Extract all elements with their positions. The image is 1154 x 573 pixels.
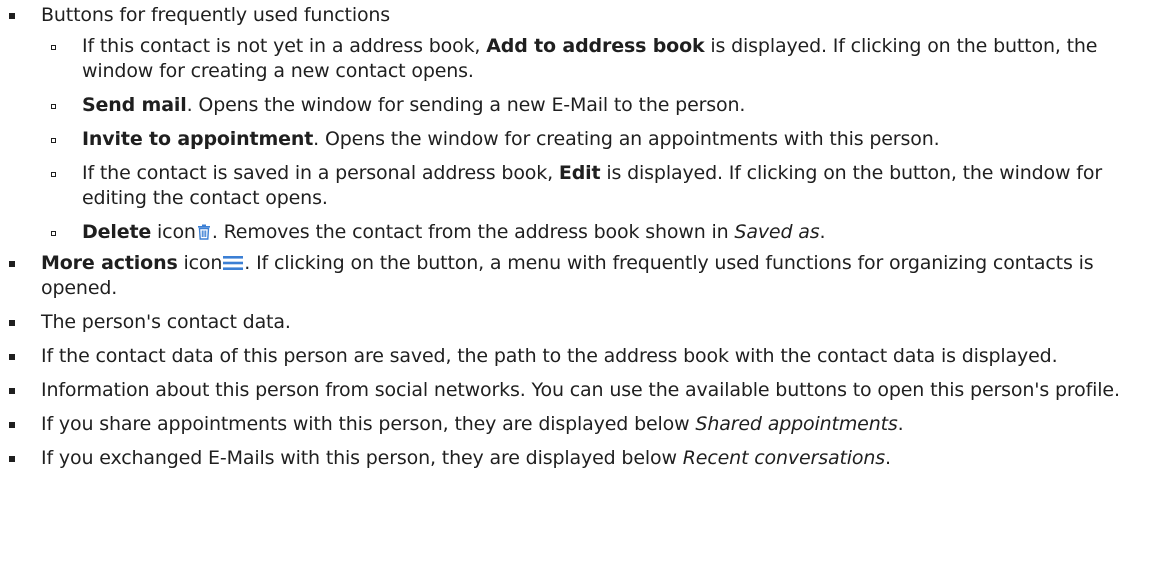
sub-list-item: If the contact is saved in a personal ad… bbox=[41, 161, 1154, 211]
item-text: If you exchanged E-Mails with this perso… bbox=[41, 447, 683, 469]
list-item: Information about this person from socia… bbox=[0, 378, 1154, 403]
list-item: Buttons for frequently used functions If… bbox=[0, 3, 1154, 245]
sub-list-item: Delete icon . Removes the contact from th… bbox=[41, 220, 1154, 245]
item-text: . Opens the window for creating an appoi… bbox=[313, 128, 940, 150]
italic-term: Shared appointments bbox=[695, 413, 898, 435]
trash-icon bbox=[197, 224, 210, 240]
item-text: icon bbox=[151, 221, 196, 243]
sub-list-item: Send mail. Opens the window for sending … bbox=[41, 93, 1154, 118]
sub-list-item: Invite to appointment. Opens the window … bbox=[41, 127, 1154, 152]
item-text: Buttons for frequently used functions bbox=[41, 4, 391, 26]
italic-term: Saved as bbox=[734, 221, 820, 243]
list-item: If you share appointments with this pers… bbox=[0, 412, 1154, 437]
list-item: If you exchanged E-Mails with this perso… bbox=[0, 446, 1154, 471]
bold-term: More actions bbox=[41, 252, 178, 274]
item-text: . bbox=[885, 447, 891, 469]
item-text: . bbox=[897, 413, 904, 435]
bold-term: Invite to appointment bbox=[82, 128, 314, 150]
item-text: icon bbox=[177, 252, 223, 274]
sub-list: If this contact is not yet in a address … bbox=[41, 34, 1154, 245]
bold-term: Add to address book bbox=[486, 35, 705, 57]
list-item: More actions icon. If clicking on the bu… bbox=[0, 251, 1154, 301]
sub-list-item: If this contact is not yet in a address … bbox=[41, 34, 1154, 84]
document-page: Buttons for frequently used functions If… bbox=[0, 0, 1154, 573]
item-text: If you share appointments with this pers… bbox=[41, 413, 696, 435]
bullet-list: Buttons for frequently used functions If… bbox=[0, 0, 1154, 471]
bold-term: Edit bbox=[558, 162, 601, 184]
item-text: If the contact data of this person are s… bbox=[41, 345, 1058, 367]
list-item: The person's contact data. bbox=[0, 310, 1154, 335]
item-text: The person's contact data. bbox=[41, 311, 291, 333]
hamburger-menu-icon bbox=[223, 256, 244, 270]
bold-term: Delete bbox=[82, 221, 152, 243]
item-text: . Removes the contact from the address b… bbox=[211, 221, 735, 243]
bold-term: Send mail bbox=[82, 94, 187, 116]
item-text: If this contact is not yet in a address … bbox=[82, 35, 487, 57]
italic-term: Recent conversations bbox=[682, 447, 886, 469]
list-item: If the contact data of this person are s… bbox=[0, 344, 1154, 369]
item-text: . bbox=[819, 221, 826, 243]
item-text: . Opens the window for sending a new E-M… bbox=[186, 94, 746, 116]
item-text: Information about this person from socia… bbox=[41, 379, 1120, 401]
item-text: If the contact is saved in a personal ad… bbox=[82, 162, 559, 184]
